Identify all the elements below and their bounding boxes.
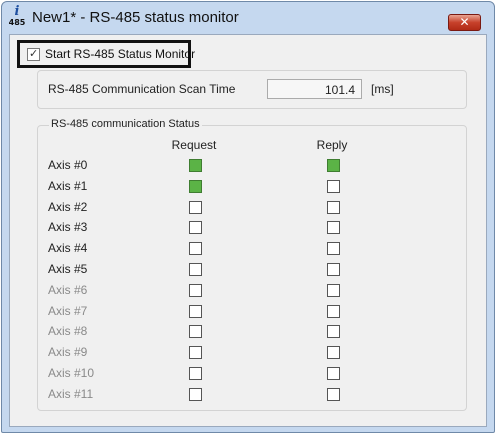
request-indicator [189,388,202,401]
request-indicator [189,242,202,255]
title-bar[interactable]: i 485 New1* - RS-485 status monitor ✕ [2,2,494,34]
window-title: New1* - RS-485 status monitor [32,9,239,26]
request-indicator [189,263,202,276]
request-indicator [189,346,202,359]
app-icon-glyph: i [14,4,20,19]
reply-indicator [327,242,340,255]
axis-row-label: Axis #0 [48,158,88,172]
close-icon: ✕ [459,15,470,29]
status-monitor-window: i 485 New1* - RS-485 status monitor ✕ ✓ … [1,1,495,433]
communication-status-group: RS-485 communication Status Request Repl… [37,118,467,411]
scan-time-value: 101.4 [324,83,355,97]
request-indicator [189,201,202,214]
scan-time-unit: [ms] [371,82,394,96]
request-indicator [189,305,202,318]
start-monitor-checkbox[interactable]: ✓ [27,47,40,61]
request-indicator [189,159,202,172]
reply-indicator [327,221,340,234]
reply-indicator [327,263,340,276]
axis-row-label: Axis #3 [48,220,88,234]
rs485-app-icon: i 485 [7,4,27,30]
request-indicator [189,367,202,380]
reply-indicator [327,325,340,338]
axis-row-label: Axis #11 [48,387,94,401]
request-indicator [189,284,202,297]
request-indicator [189,180,202,193]
scan-time-label: RS-485 Communication Scan Time [48,82,236,96]
axis-row-label: Axis #10 [48,366,95,380]
reply-indicator [327,367,340,380]
axis-row-label: Axis #8 [48,324,88,338]
reply-column-header: Reply [316,138,348,152]
reply-indicator [327,159,340,172]
request-indicator [189,221,202,234]
request-column-header: Request [171,138,217,152]
scan-time-group: RS-485 Communication Scan Time 101.4 [ms… [37,70,467,109]
client-area: ✓ Start RS-485 Status Monitor RS-485 Com… [9,34,487,427]
reply-indicator [327,284,340,297]
axis-row-label: Axis #9 [48,345,88,359]
reply-indicator [327,346,340,359]
reply-indicator [327,180,340,193]
reply-indicator [327,305,340,318]
close-button[interactable]: ✕ [448,14,481,31]
scan-time-field: 101.4 [267,79,362,99]
axis-row-label: Axis #6 [48,283,88,297]
axis-row-label: Axis #5 [48,262,88,276]
app-icon-caption: 485 [8,18,26,27]
request-indicator [189,325,202,338]
start-monitor-label[interactable]: Start RS-485 Status Monitor [45,47,195,61]
axis-row-label: Axis #7 [48,304,88,318]
axis-row-label: Axis #2 [48,200,88,214]
reply-indicator [327,201,340,214]
start-monitor-toggle[interactable]: ✓ Start RS-485 Status Monitor [17,40,195,68]
reply-indicator [327,388,340,401]
checkmark-icon: ✓ [29,47,39,60]
axis-row-label: Axis #4 [48,241,88,255]
communication-status-title: RS-485 communication Status [49,118,202,130]
axis-row-label: Axis #1 [48,179,88,193]
